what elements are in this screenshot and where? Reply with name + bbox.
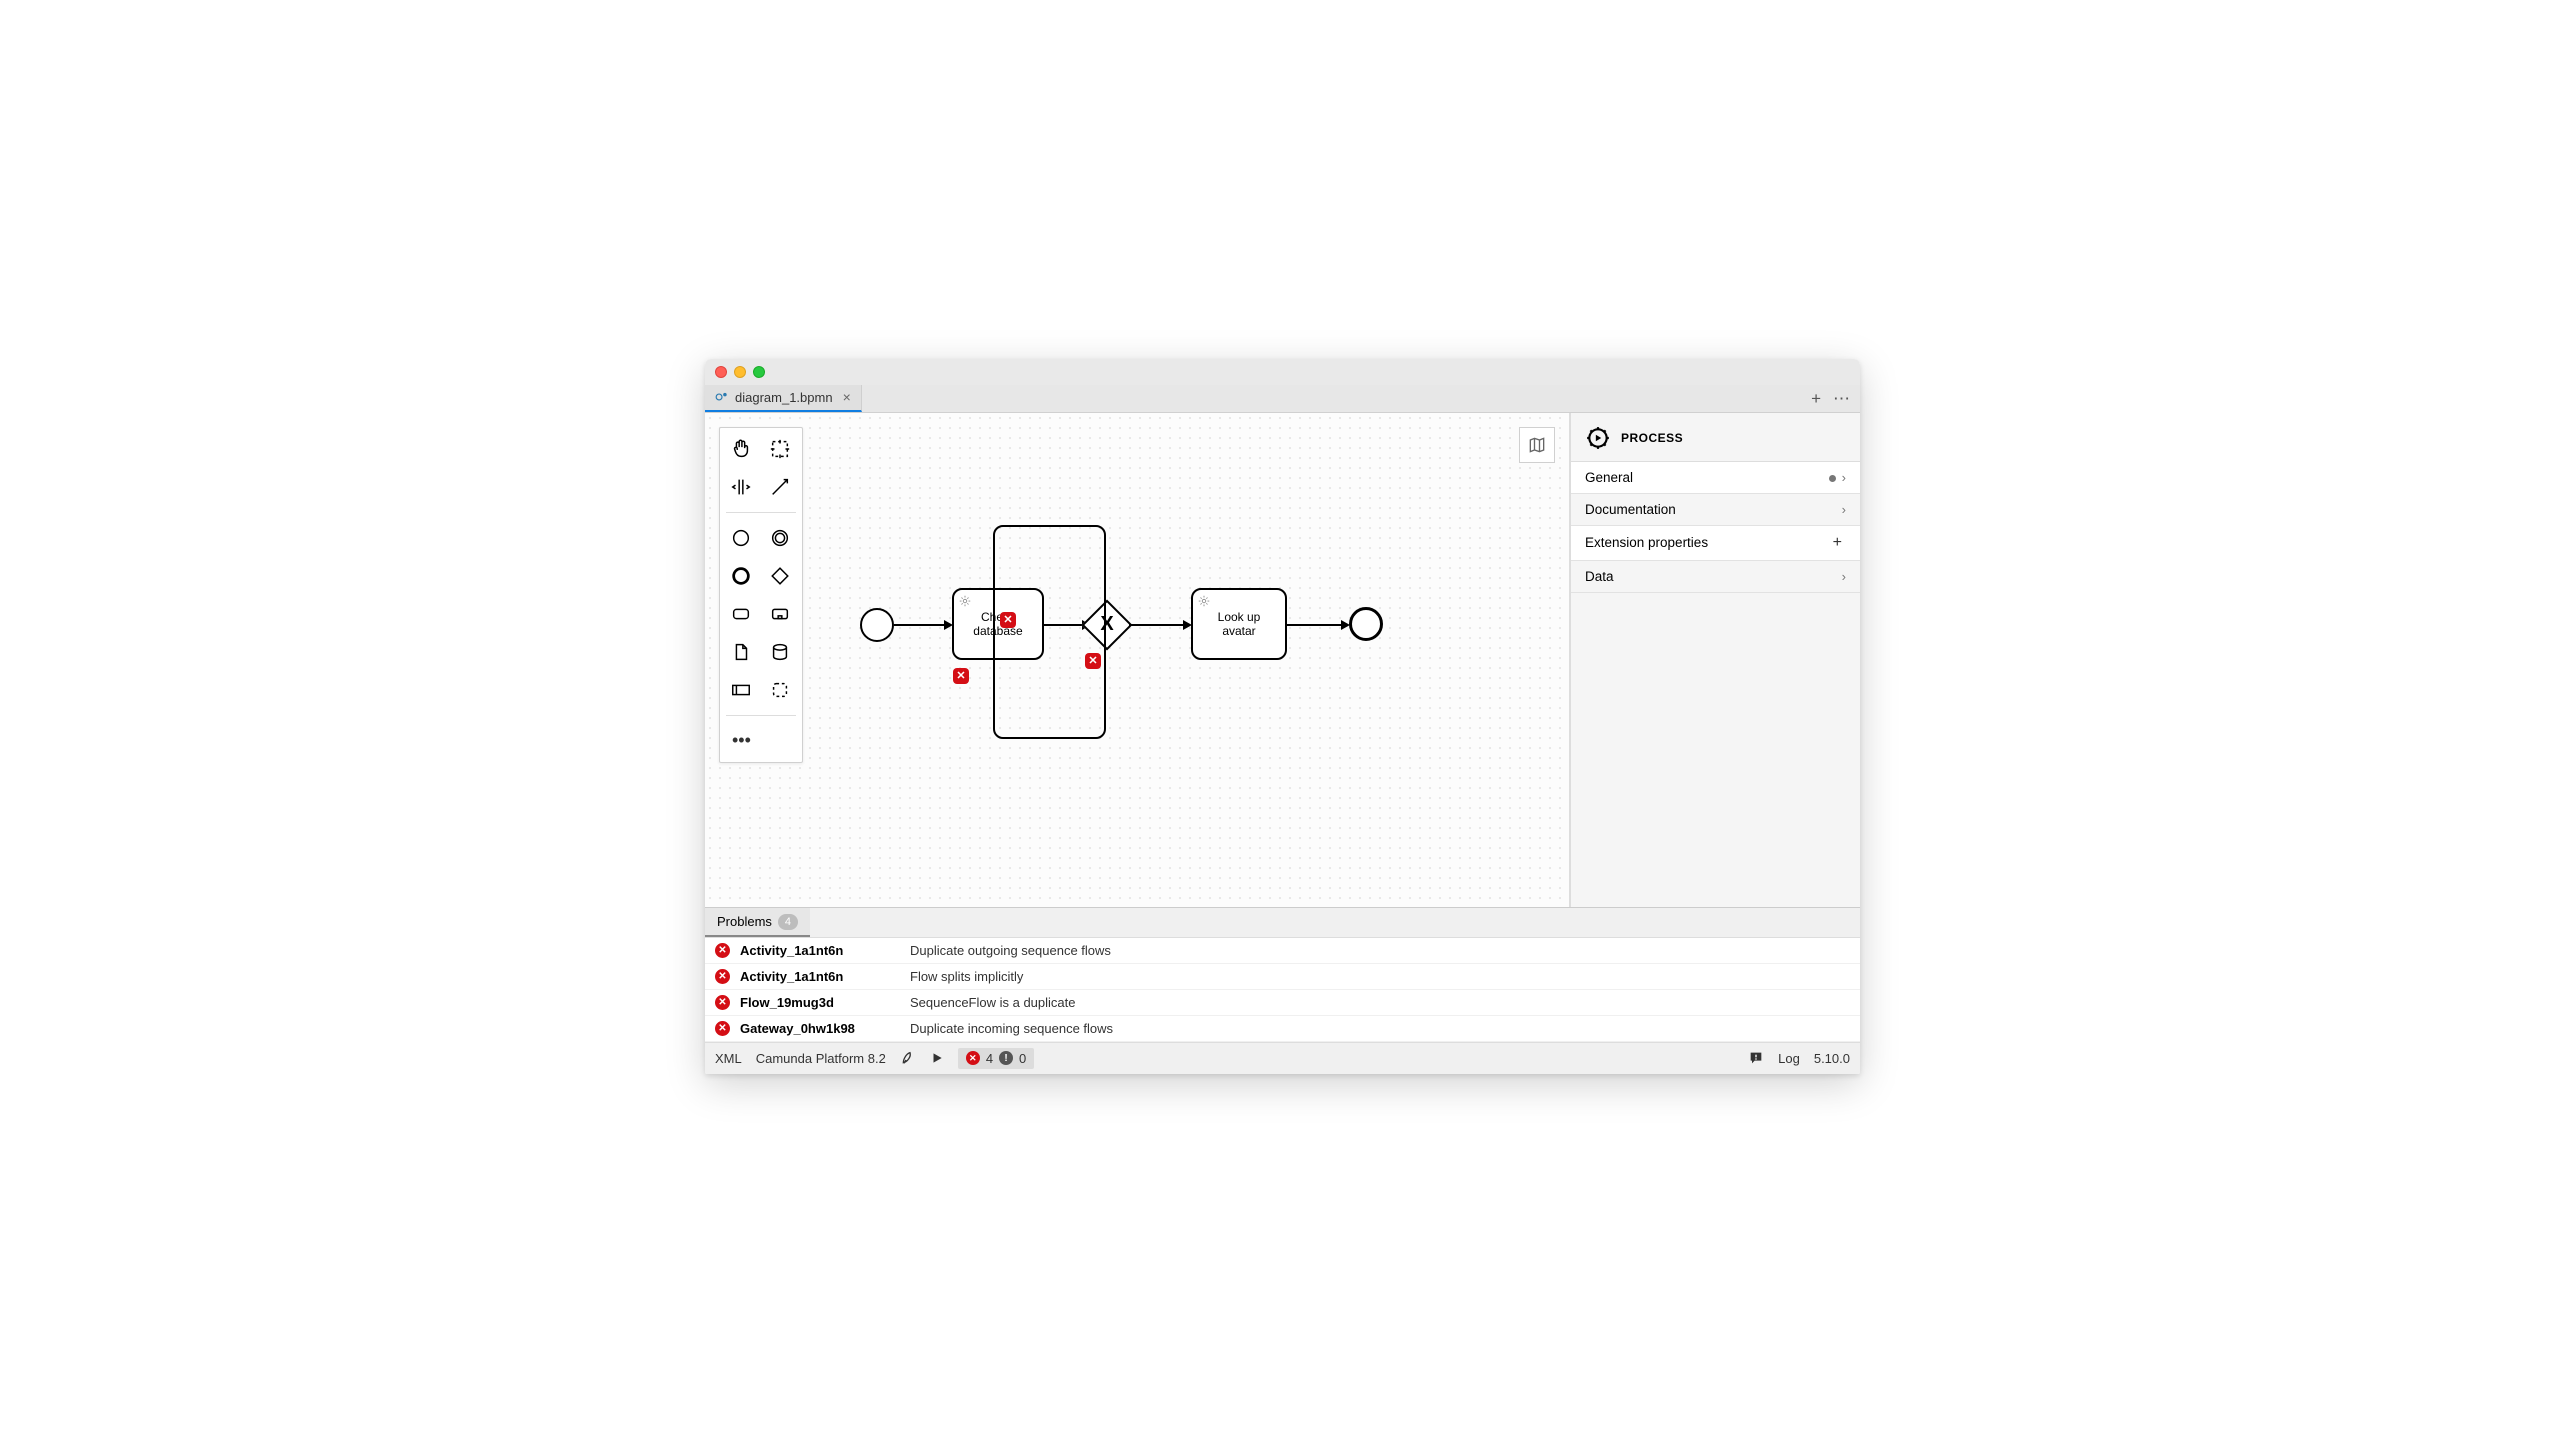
problem-row[interactable]: Gateway_0hw1k98 Duplicate incoming seque… xyxy=(705,1016,1860,1042)
deploy-button[interactable] xyxy=(900,1050,916,1066)
minimap-toggle-button[interactable] xyxy=(1519,427,1555,463)
task-label: Look up avatar xyxy=(1201,610,1277,638)
problems-list: Activity_1a1nt6n Duplicate outgoing sequ… xyxy=(705,938,1860,1042)
tabbar-actions: + ⋯ xyxy=(1801,385,1860,412)
chevron-right-icon: › xyxy=(1842,470,1846,485)
file-tab[interactable]: diagram_1.bpmn × xyxy=(705,385,862,412)
subprocess-tool[interactable] xyxy=(765,599,795,629)
add-icon[interactable]: + xyxy=(1833,534,1842,552)
chevron-right-icon: › xyxy=(1842,502,1846,517)
service-task-icon xyxy=(958,594,972,608)
data-store-tool[interactable] xyxy=(765,637,795,667)
error-icon xyxy=(715,969,730,984)
new-tab-button[interactable]: + xyxy=(1811,390,1821,407)
error-icon xyxy=(966,1051,980,1065)
properties-title: PROCESS xyxy=(1621,431,1683,445)
properties-section-documentation[interactable]: Documentation › xyxy=(1571,494,1860,526)
tool-palette: ••• xyxy=(719,427,803,763)
error-icon xyxy=(715,943,730,958)
chevron-right-icon: › xyxy=(1842,569,1846,584)
lasso-tool[interactable] xyxy=(765,434,795,464)
service-task-lookup-avatar[interactable]: Look up avatar xyxy=(1191,588,1287,660)
problems-panel: Problems 4 Activity_1a1nt6n Duplicate ou… xyxy=(705,907,1860,1042)
close-tab-button[interactable]: × xyxy=(843,389,851,405)
version-label: 5.10.0 xyxy=(1814,1051,1850,1066)
start-event[interactable] xyxy=(860,608,894,642)
process-icon xyxy=(1585,425,1611,451)
log-toggle[interactable]: Log xyxy=(1778,1051,1800,1066)
feedback-button[interactable] xyxy=(1748,1050,1764,1066)
properties-panel: PROCESS General › Documentation › Extens… xyxy=(1570,413,1860,907)
map-icon xyxy=(1527,435,1547,455)
file-tab-label: diagram_1.bpmn xyxy=(735,390,833,405)
xml-toggle[interactable]: XML xyxy=(715,1051,742,1066)
data-object-tool[interactable] xyxy=(726,637,756,667)
end-event-tool[interactable] xyxy=(726,561,756,591)
properties-section-general[interactable]: General › xyxy=(1571,462,1860,494)
problems-tab[interactable]: Problems 4 xyxy=(705,908,810,937)
properties-section-extension-properties[interactable]: Extension properties + xyxy=(1571,526,1860,561)
bpmn-diagram: Check database X Look up avatar xyxy=(705,413,1569,907)
tab-overflow-button[interactable]: ⋯ xyxy=(1833,390,1850,407)
properties-section-data[interactable]: Data › xyxy=(1571,561,1860,593)
warning-icon xyxy=(999,1051,1013,1065)
hand-tool[interactable] xyxy=(726,434,756,464)
service-task-icon xyxy=(1197,594,1211,608)
app-window: diagram_1.bpmn × + ⋯ xyxy=(705,359,1860,1074)
bpmn-file-icon xyxy=(715,390,729,404)
palette-more-button[interactable]: ••• xyxy=(726,726,756,756)
window-titlebar xyxy=(705,359,1860,385)
participant-tool[interactable] xyxy=(726,675,756,705)
gateway-tool[interactable] xyxy=(765,561,795,591)
group-tool[interactable] xyxy=(765,675,795,705)
lint-status-chip[interactable]: 4 0 xyxy=(958,1048,1034,1069)
error-marker-icon[interactable] xyxy=(1085,653,1101,669)
run-button[interactable] xyxy=(930,1051,944,1065)
problems-count-badge: 4 xyxy=(778,914,798,930)
has-values-indicator-icon xyxy=(1829,475,1836,482)
status-bar: XML Camunda Platform 8.2 4 0 Log 5.10.0 xyxy=(705,1042,1860,1074)
sequence-flow-loop[interactable] xyxy=(993,525,1106,739)
error-icon xyxy=(715,1021,730,1036)
error-marker-icon[interactable] xyxy=(1000,612,1016,628)
service-task-check-database[interactable]: Check database xyxy=(952,588,1044,660)
error-icon xyxy=(715,995,730,1010)
play-icon xyxy=(930,1051,944,1065)
problem-row[interactable]: Flow_19mug3d SequenceFlow is a duplicate xyxy=(705,990,1860,1016)
execution-platform-label[interactable]: Camunda Platform 8.2 xyxy=(756,1051,886,1066)
window-minimize-button[interactable] xyxy=(734,366,746,378)
start-event-tool[interactable] xyxy=(726,523,756,553)
window-close-button[interactable] xyxy=(715,366,727,378)
end-event[interactable] xyxy=(1349,607,1383,641)
window-maximize-button[interactable] xyxy=(753,366,765,378)
main-area: ••• Check database xyxy=(705,413,1860,907)
problem-row[interactable]: Activity_1a1nt6n Flow splits implicitly xyxy=(705,964,1860,990)
problem-row[interactable]: Activity_1a1nt6n Duplicate outgoing sequ… xyxy=(705,938,1860,964)
global-connect-tool[interactable] xyxy=(765,472,795,502)
task-label: Check database xyxy=(962,610,1034,638)
diagram-canvas[interactable]: ••• Check database xyxy=(705,413,1570,907)
space-tool[interactable] xyxy=(726,472,756,502)
rocket-icon xyxy=(900,1050,916,1066)
intermediate-event-tool[interactable] xyxy=(765,523,795,553)
task-tool[interactable] xyxy=(726,599,756,629)
exclusive-gateway[interactable]: X xyxy=(1085,603,1129,647)
properties-header: PROCESS xyxy=(1571,413,1860,462)
error-marker-icon[interactable] xyxy=(953,668,969,684)
feedback-icon xyxy=(1748,1050,1764,1066)
tab-bar: diagram_1.bpmn × + ⋯ xyxy=(705,385,1860,413)
